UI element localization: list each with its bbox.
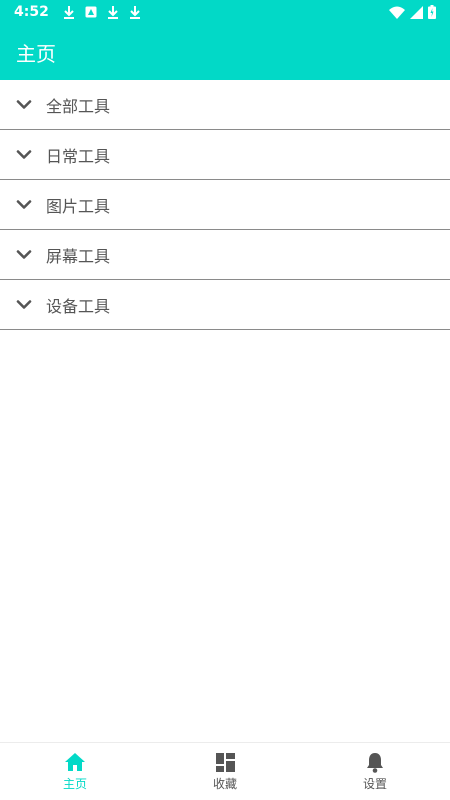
notification-icons — [63, 5, 141, 19]
nav-label: 设置 — [362, 777, 387, 791]
home-icon — [64, 751, 86, 773]
bottom-nav: 主页 收藏 设置 — [0, 742, 450, 800]
download-icon — [129, 5, 141, 19]
category-label: 全部工具 — [46, 96, 111, 116]
wifi-icon — [389, 6, 405, 19]
nav-label: 收藏 — [212, 777, 237, 791]
category-list: 全部工具 日常工具 图片工具 屏幕工具 设备工具 — [0, 80, 450, 330]
nav-item-home[interactable]: 主页 — [0, 743, 150, 800]
app-screen: 4:52 主页 全部工具 日常工具 图片工具 屏幕工具 设备工具 主页 收藏 设… — [0, 0, 450, 800]
category-label: 设备工具 — [46, 296, 111, 316]
page-title: 主页 — [16, 41, 56, 66]
chevron-down-icon — [16, 296, 34, 314]
category-item-image-tools[interactable]: 图片工具 — [0, 180, 450, 230]
chevron-down-icon — [16, 196, 34, 214]
status-bar: 4:52 — [0, 0, 450, 24]
download-icon — [63, 5, 75, 19]
category-item-screen-tools[interactable]: 屏幕工具 — [0, 230, 450, 280]
nav-item-favorites[interactable]: 收藏 — [150, 743, 300, 800]
category-label: 图片工具 — [46, 196, 111, 216]
screenshot-icon — [85, 6, 97, 18]
system-icons — [389, 5, 436, 19]
nav-label: 主页 — [62, 777, 87, 791]
chevron-down-icon — [16, 96, 34, 114]
category-label: 日常工具 — [46, 146, 111, 166]
battery-icon — [428, 5, 436, 19]
category-item-all-tools[interactable]: 全部工具 — [0, 80, 450, 130]
category-label: 屏幕工具 — [46, 246, 111, 266]
dashboard-icon — [214, 751, 236, 773]
status-time: 4:52 — [14, 4, 49, 20]
chevron-down-icon — [16, 246, 34, 264]
chevron-down-icon — [16, 146, 34, 164]
signal-icon — [410, 5, 423, 19]
category-item-daily-tools[interactable]: 日常工具 — [0, 130, 450, 180]
app-bar: 主页 — [0, 24, 450, 80]
category-item-device-tools[interactable]: 设备工具 — [0, 280, 450, 330]
nav-item-settings[interactable]: 设置 — [300, 743, 450, 800]
download-icon — [107, 5, 119, 19]
bell-icon — [364, 751, 386, 773]
